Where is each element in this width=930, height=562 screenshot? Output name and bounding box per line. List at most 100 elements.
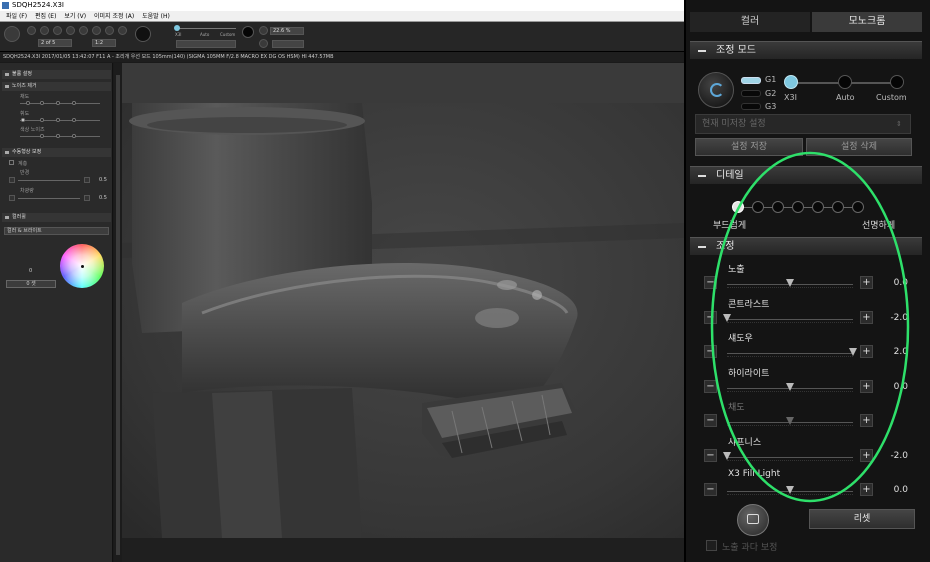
section-adjust-header[interactable]: 조정	[690, 237, 922, 255]
save-setting-button[interactable]: 설정 저장	[695, 138, 803, 156]
toolbar-mode-dot[interactable]	[174, 25, 180, 31]
mode-point-auto[interactable]	[838, 75, 852, 89]
overexposure-checkbox[interactable]	[706, 540, 717, 551]
app-logo-button[interactable]	[4, 26, 20, 42]
noise-dot[interactable]	[56, 134, 60, 138]
slider-minus-button[interactable]: −	[704, 345, 717, 358]
slider-minus-button[interactable]: −	[704, 448, 717, 462]
noise-dot[interactable]	[40, 101, 44, 105]
slider-thumb[interactable]	[786, 486, 794, 494]
section-manual-correction[interactable]: 수동형상 보정	[2, 148, 111, 157]
slider-minus-button[interactable]: −	[704, 414, 717, 427]
slider-thumb[interactable]	[786, 417, 794, 425]
detail-level-dot[interactable]	[792, 201, 804, 213]
slider-minus-button[interactable]: −	[704, 483, 717, 496]
detail-level-dot[interactable]	[852, 201, 864, 213]
zoom-slider[interactable]	[272, 40, 304, 48]
reset-button[interactable]: 리셋	[809, 509, 915, 529]
mode-point-x3i[interactable]	[784, 75, 798, 89]
noise-dot[interactable]	[40, 118, 44, 122]
ratio-select[interactable]: 1:2	[92, 39, 116, 47]
g3-button[interactable]	[741, 103, 761, 110]
color-wheel-marker[interactable]	[81, 265, 84, 268]
menu-view[interactable]: 보기 (V)	[64, 11, 86, 22]
slider-track[interactable]	[727, 353, 853, 357]
zoom-level[interactable]: 22.6 %	[270, 27, 304, 35]
slider-minus-button[interactable]: −	[704, 379, 717, 393]
prev-icon[interactable]	[40, 26, 49, 35]
radius-minus-button[interactable]	[9, 177, 15, 183]
layer-checkbox[interactable]	[9, 160, 14, 165]
zoom-fit-icon[interactable]	[259, 26, 268, 35]
detail-level-dot[interactable]	[832, 201, 844, 213]
section-noise[interactable]: 노이즈 제거	[2, 82, 111, 91]
radius-track[interactable]	[18, 180, 80, 181]
color-mode-select[interactable]: 컬러 & 브라이트	[4, 227, 109, 235]
noise-dot[interactable]	[56, 118, 60, 122]
slider-minus-button[interactable]: −	[704, 310, 717, 324]
info-icon[interactable]	[105, 26, 114, 35]
mode-point-custom[interactable]	[890, 75, 904, 89]
noise-dot[interactable]	[72, 118, 76, 122]
slider-plus-button[interactable]: +	[860, 483, 873, 496]
noise-dot[interactable]	[72, 101, 76, 105]
amount-minus-button[interactable]	[9, 195, 15, 201]
noise-track-3[interactable]	[20, 136, 100, 137]
capture-icon[interactable]	[135, 26, 151, 42]
slider-thumb[interactable]	[786, 279, 794, 287]
section-color-wheel[interactable]: 컬러휠	[2, 213, 111, 222]
noise-track-1[interactable]	[20, 103, 100, 104]
tab-monochrome[interactable]: 모노크롬	[812, 12, 922, 32]
rotate-right-icon[interactable]	[92, 26, 101, 35]
close-image-icon[interactable]	[118, 26, 127, 35]
noise-dot[interactable]	[26, 101, 30, 105]
section-mode-header[interactable]: 조정 모드	[690, 41, 922, 59]
auto-adjust-button[interactable]	[737, 504, 769, 536]
zoom-tool-icon[interactable]	[259, 39, 268, 48]
noise-dot[interactable]	[72, 134, 76, 138]
record-icon[interactable]	[242, 26, 254, 38]
next-icon[interactable]	[53, 26, 62, 35]
slider-thumb[interactable]	[849, 348, 857, 356]
slider-thumb[interactable]	[723, 313, 731, 322]
noise-dot[interactable]	[56, 101, 60, 105]
rotate-left-icon[interactable]	[79, 26, 88, 35]
amount-plus-button[interactable]	[84, 195, 90, 201]
radius-plus-button[interactable]	[84, 177, 90, 183]
noise-dot[interactable]	[40, 134, 44, 138]
noise-dot-selected[interactable]	[21, 118, 25, 122]
toolbar-preset-select[interactable]	[176, 40, 236, 48]
slider-plus-button[interactable]: +	[860, 345, 873, 358]
slider-plus-button[interactable]: +	[860, 310, 873, 324]
first-icon[interactable]	[27, 26, 36, 35]
menu-image-adjust[interactable]: 이미지 조정 (A)	[94, 11, 134, 22]
g2-button[interactable]	[741, 90, 761, 97]
slider-minus-button[interactable]: −	[704, 276, 717, 289]
section-volume[interactable]: 불륨 설정	[2, 70, 111, 79]
slider-track[interactable]	[727, 318, 853, 323]
section-detail-header[interactable]: 디테일	[690, 166, 922, 184]
last-icon[interactable]	[66, 26, 75, 35]
color-reset-button[interactable]: 0 셋	[6, 280, 56, 288]
detail-level-dot[interactable]	[812, 201, 824, 213]
g1-button[interactable]	[741, 77, 761, 84]
menu-edit[interactable]: 편집 (E)	[35, 11, 56, 22]
amount-track[interactable]	[18, 198, 80, 199]
slider-plus-button[interactable]: +	[860, 379, 873, 393]
slider-plus-button[interactable]: +	[860, 448, 873, 462]
slider-thumb[interactable]	[786, 382, 794, 391]
slider-track[interactable]	[727, 456, 853, 461]
tab-color[interactable]: 컬러	[690, 12, 810, 32]
detail-level-dot[interactable]	[752, 201, 764, 213]
image-canvas[interactable]	[122, 63, 684, 538]
noise-track-2[interactable]	[20, 120, 100, 121]
detail-level-dot[interactable]	[732, 201, 744, 213]
slider-plus-button[interactable]: +	[860, 276, 873, 289]
delete-setting-button[interactable]: 설정 삭제	[806, 138, 912, 156]
detail-level-dot[interactable]	[772, 201, 784, 213]
scrollbar-thumb[interactable]	[116, 75, 120, 555]
mode-logo-button[interactable]	[698, 72, 734, 108]
preset-select[interactable]: 현재 미저장 설정 ⇕	[695, 114, 911, 134]
menu-help[interactable]: 도움말 (H)	[142, 11, 170, 22]
slider-thumb[interactable]	[723, 451, 731, 460]
